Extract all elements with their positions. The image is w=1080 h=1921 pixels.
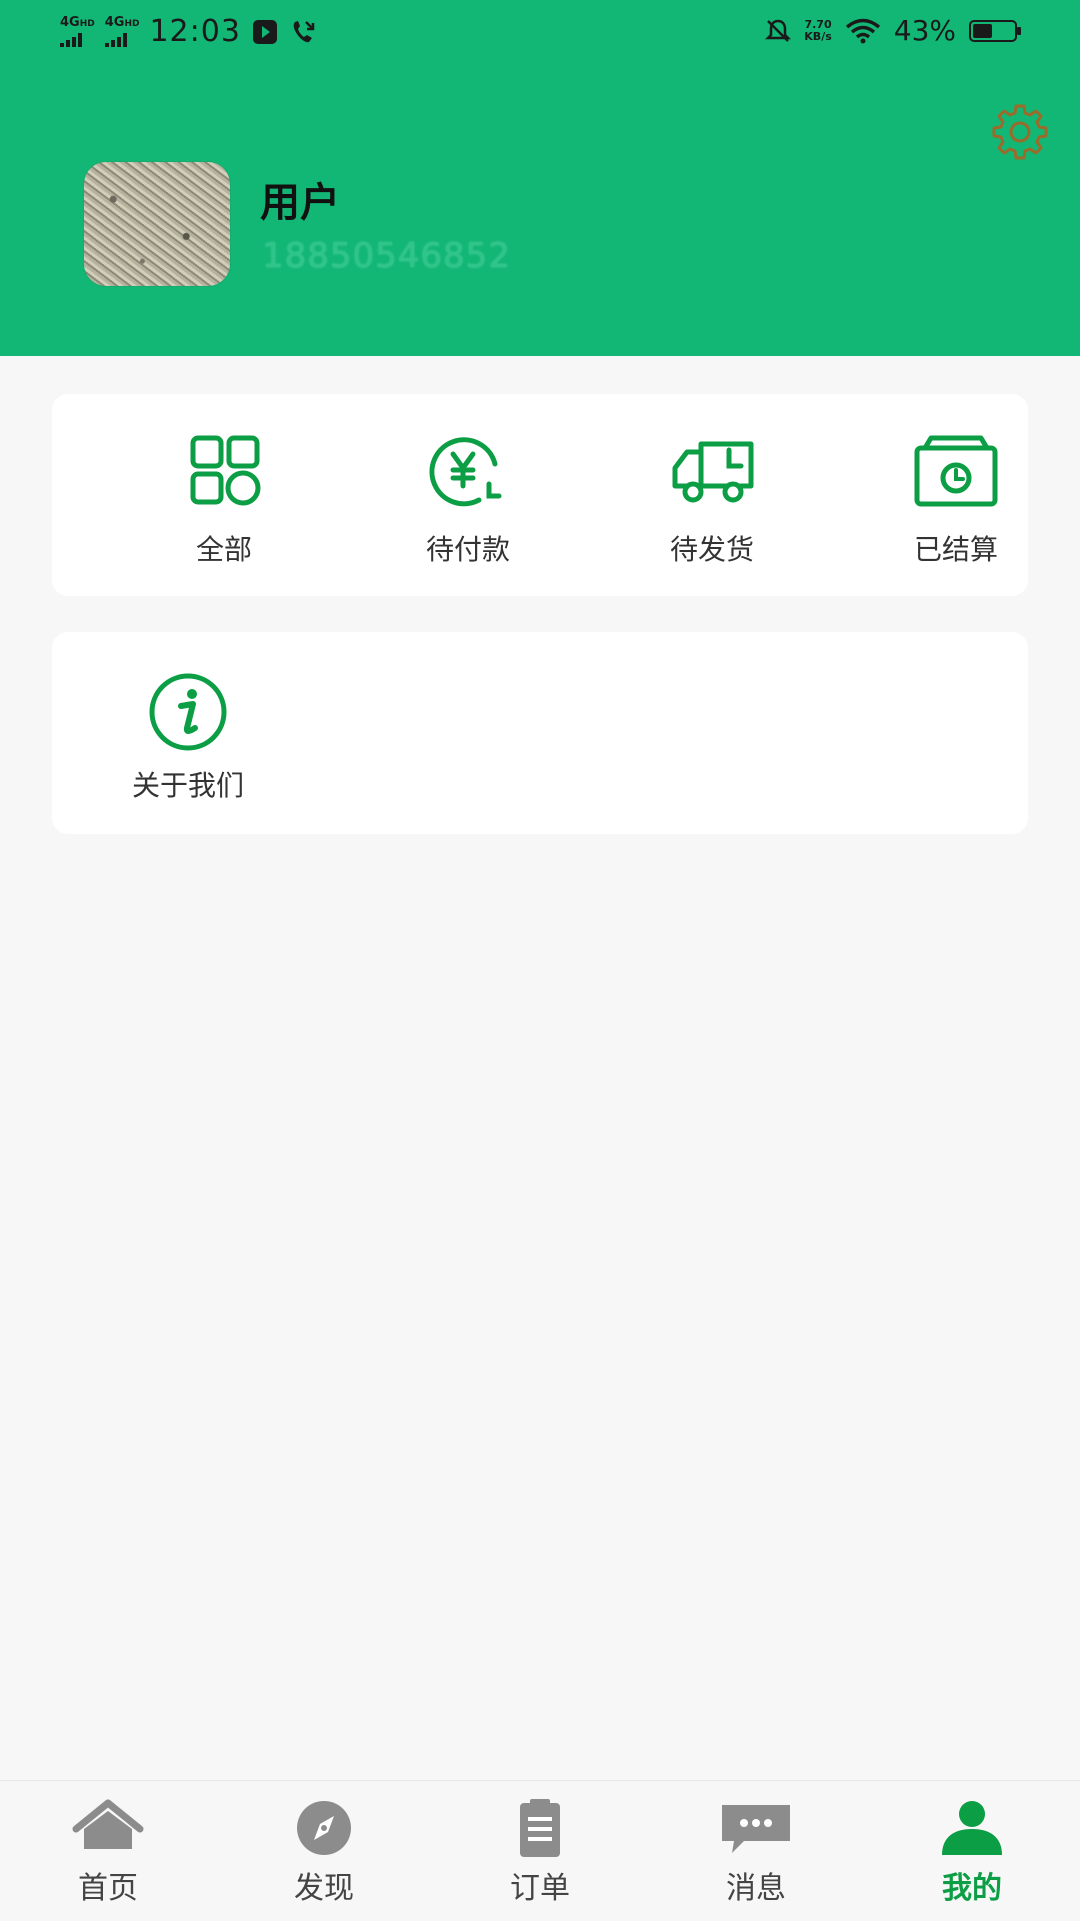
- orders-card: 全部 待付款 待发货 已结算: [52, 394, 1028, 596]
- order-pending-shipment-button[interactable]: 待发货: [612, 434, 812, 568]
- settled-box-icon: [914, 435, 998, 507]
- tab-orders-label: 订单: [510, 1871, 570, 1906]
- settings-gear-icon[interactable]: [988, 100, 1052, 164]
- tab-orders[interactable]: 订单: [470, 1799, 610, 1907]
- tab-messages[interactable]: 消息: [686, 1799, 826, 1907]
- signal-indicator-1: 4GHD: [60, 16, 95, 47]
- yen-payment-icon: [429, 437, 502, 507]
- order-all-label: 全部: [195, 533, 252, 566]
- tab-me-label: 我的: [942, 1871, 1002, 1906]
- truck-icon: [672, 441, 754, 503]
- grid-icon: [190, 435, 261, 506]
- tab-home[interactable]: 首页: [38, 1799, 178, 1907]
- avatar[interactable]: [84, 162, 230, 286]
- network-speed: 7.70 KB/s: [804, 17, 832, 43]
- info-icon: [149, 673, 227, 751]
- tab-me[interactable]: 我的: [902, 1799, 1042, 1907]
- clipboard-icon: [520, 1799, 560, 1857]
- signal-bars-icon: [60, 33, 82, 47]
- about-us-label: 关于我们: [131, 769, 244, 802]
- status-right: 7.70 KB/s 43%: [764, 14, 1024, 47]
- person-icon: [942, 1801, 1002, 1855]
- bottom-tab-bar: 首页 发现 订单 消息 我的: [0, 1780, 1080, 1921]
- battery-percent: 43%: [893, 14, 956, 47]
- order-pending-payment-button[interactable]: 待付款: [368, 434, 568, 568]
- status-left: 4GHD 4GHD 12:03: [60, 14, 317, 49]
- clock: 12:03: [149, 14, 241, 49]
- services-card: 关于我们: [52, 632, 1028, 834]
- user-name: 用户: [260, 180, 340, 226]
- profile-header: 4GHD 4GHD 12:03 7.70 KB/s 43% 用户 1885054…: [0, 0, 1080, 356]
- tab-home-label: 首页: [78, 1871, 138, 1906]
- compass-icon: [297, 1801, 351, 1855]
- tab-messages-label: 消息: [726, 1871, 786, 1906]
- user-phone: 18850546852: [262, 236, 511, 276]
- home-icon: [72, 1799, 144, 1849]
- about-us-button[interactable]: 关于我们: [98, 672, 278, 804]
- wifi-icon: [845, 18, 880, 43]
- order-all-button[interactable]: 全部: [124, 434, 324, 568]
- mute-bell-icon: [765, 19, 792, 42]
- signal-bars-icon: [104, 33, 127, 47]
- order-pending-payment-label: 待付款: [425, 533, 510, 566]
- tab-discover-label: 发现: [294, 1871, 354, 1906]
- signal-indicator-2: 4GHD: [104, 16, 139, 47]
- order-settled-label: 已结算: [913, 533, 998, 566]
- order-settled-button[interactable]: 已结算: [856, 434, 1056, 568]
- battery-icon: [969, 19, 1021, 42]
- phone-call-icon: [293, 20, 315, 42]
- order-pending-shipment-label: 待发货: [669, 533, 754, 566]
- status-bar: 4GHD 4GHD 12:03 7.70 KB/s 43%: [0, 0, 1080, 70]
- chat-icon: [722, 1805, 790, 1853]
- tab-discover[interactable]: 发现: [254, 1799, 394, 1907]
- app-notification-icon: [252, 19, 277, 44]
